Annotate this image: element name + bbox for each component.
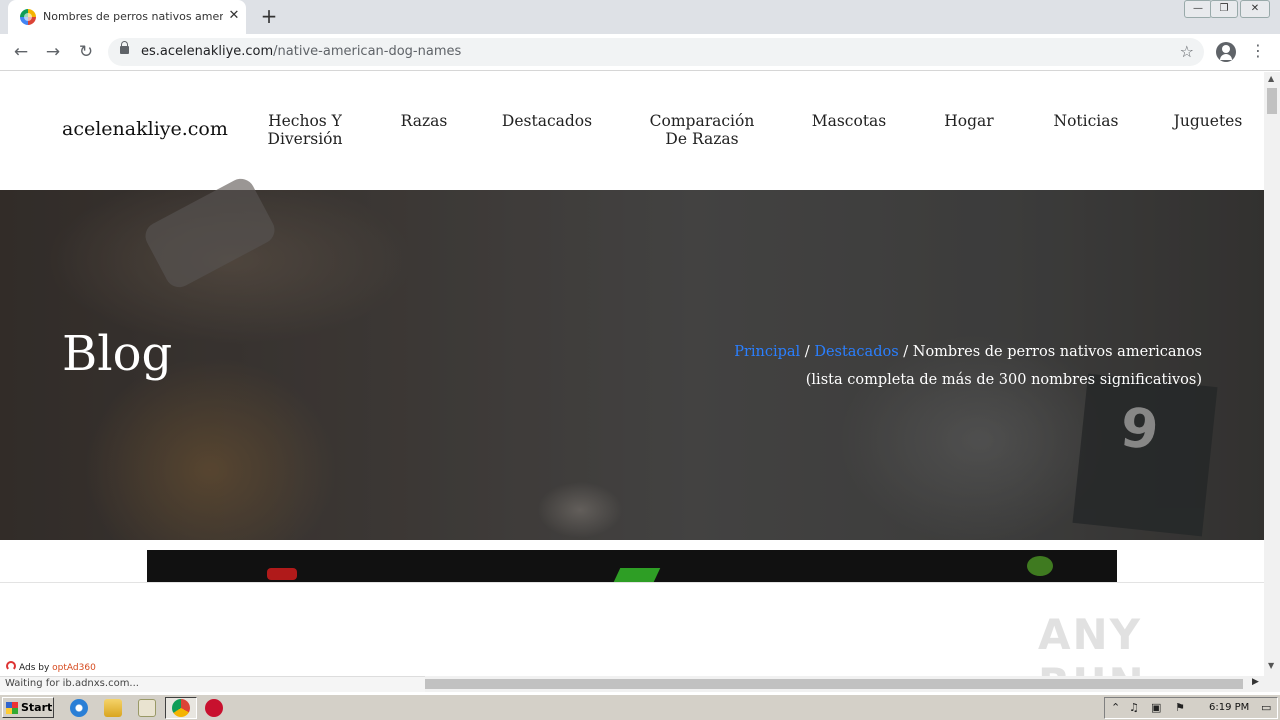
browser-toolbar: ← → ↻ es.acelenakliye.com/native-america… <box>0 34 1280 71</box>
nav-juguetes[interactable]: Juguetes <box>1170 112 1246 130</box>
ad-graphic <box>1027 556 1053 576</box>
new-tab-button[interactable]: + <box>258 6 280 28</box>
page-viewport: acelenakliye.com Hechos Y Diversión Raza… <box>0 72 1264 676</box>
breadcrumb-category-link[interactable]: Destacados <box>814 344 898 360</box>
ads-brand-link[interactable]: optAd360 <box>52 663 96 673</box>
system-tray: ⌃ ♫ ▣ ⚑ 6:19 PM ▭ <box>1104 697 1278 719</box>
start-button[interactable]: Start <box>2 697 54 718</box>
lock-icon[interactable] <box>120 41 129 54</box>
breadcrumb-home-link[interactable]: Principal <box>734 344 800 360</box>
vertical-scrollbar[interactable]: ▲ ▼ <box>1264 72 1280 676</box>
nav-mascotas[interactable]: Mascotas <box>808 112 890 130</box>
clock[interactable]: 6:19 PM <box>1209 702 1249 713</box>
horizontal-scrollbar-thumb[interactable] <box>425 679 1243 689</box>
folder-icon[interactable] <box>104 699 122 717</box>
browser-tab[interactable]: Nombres de perros nativos americanos ✕ <box>8 0 246 34</box>
ads-by-text: Ads by <box>19 663 53 673</box>
bookmark-star-icon[interactable]: ☆ <box>1180 42 1194 61</box>
back-button[interactable]: ← <box>10 41 32 63</box>
chrome-icon <box>172 699 190 717</box>
network-icon[interactable]: ▣ <box>1151 701 1161 714</box>
nav-comparacion-de-razas[interactable]: Comparación De Razas <box>644 112 760 148</box>
scroll-down-icon[interactable]: ▼ <box>1268 661 1274 670</box>
ads-logo-icon <box>6 661 16 671</box>
window-close-button[interactable]: ✕ <box>1240 0 1270 18</box>
flag-icon[interactable]: ⚑ <box>1175 701 1185 714</box>
breadcrumb: Principal / Destacados / Nombres de perr… <box>700 338 1202 394</box>
scroll-right-icon[interactable]: ▶ <box>1252 677 1259 687</box>
taskbar: Start ⌃ ♫ ▣ ⚑ 6:19 PM ▭ <box>0 694 1280 720</box>
breadcrumb-separator: / <box>898 344 913 360</box>
media-player-icon[interactable] <box>138 699 156 717</box>
nav-noticias[interactable]: Noticias <box>1048 112 1124 130</box>
url-path: /native-american-dog-names <box>273 44 462 59</box>
profile-avatar-icon[interactable] <box>1216 42 1236 62</box>
breadcrumb-separator: / <box>800 344 815 360</box>
nav-razas[interactable]: Razas <box>396 112 452 130</box>
scroll-up-icon[interactable]: ▲ <box>1268 74 1274 83</box>
volume-icon[interactable]: ♫ <box>1129 701 1139 714</box>
tab-title: Nombres de perros nativos americanos <box>43 10 223 23</box>
nav-destacados[interactable]: Destacados <box>500 112 594 130</box>
tab-close-icon[interactable]: ✕ <box>226 8 242 24</box>
ad-graphic <box>613 568 661 582</box>
reload-button[interactable]: ↻ <box>75 41 97 63</box>
url-text[interactable]: es.acelenakliye.com/native-american-dog-… <box>141 44 461 59</box>
nav-hogar[interactable]: Hogar <box>938 112 1000 130</box>
favicon-icon <box>20 9 36 25</box>
status-row: ▶ Waiting for ib.adnxs.com... <box>0 676 1280 692</box>
opera-icon[interactable] <box>205 699 223 717</box>
ad-graphic <box>267 568 297 580</box>
tab-strip: Nombres de perros nativos americanos ✕ +… <box>0 0 1280 34</box>
ad-banner-image[interactable] <box>147 550 1117 582</box>
minimize-button[interactable]: — <box>1184 0 1212 18</box>
tray-expand-icon[interactable]: ⌃ <box>1111 701 1120 714</box>
ie-icon[interactable] <box>70 699 88 717</box>
status-bubble: Waiting for ib.adnxs.com... <box>0 676 425 692</box>
browser-menu-icon[interactable]: ⋮ <box>1250 41 1266 63</box>
hero-banner: 9 Blog Principal / Destacados / Nombres … <box>0 173 1264 540</box>
site-logo[interactable]: acelenakliye.com <box>62 118 228 140</box>
scrollbar-thumb[interactable] <box>1267 88 1277 114</box>
nav-hechos-y-diversion[interactable]: Hechos Y Diversión <box>262 112 348 148</box>
forward-button[interactable]: → <box>42 41 64 63</box>
ads-by-label[interactable]: Ads by optAd360 <box>6 661 96 673</box>
show-desktop-icon[interactable]: ▭ <box>1261 701 1271 714</box>
chrome-taskbar-button[interactable] <box>165 697 197 719</box>
url-domain: es.acelenakliye.com <box>141 44 274 59</box>
site-header: acelenakliye.com Hechos Y Diversión Raza… <box>0 72 1264 190</box>
maximize-button[interactable]: ❐ <box>1210 0 1238 18</box>
page-title: Blog <box>62 326 173 382</box>
address-bar[interactable]: es.acelenakliye.com/native-american-dog-… <box>108 38 1204 66</box>
anyrun-watermark: ANY RUN <box>1038 610 1144 676</box>
